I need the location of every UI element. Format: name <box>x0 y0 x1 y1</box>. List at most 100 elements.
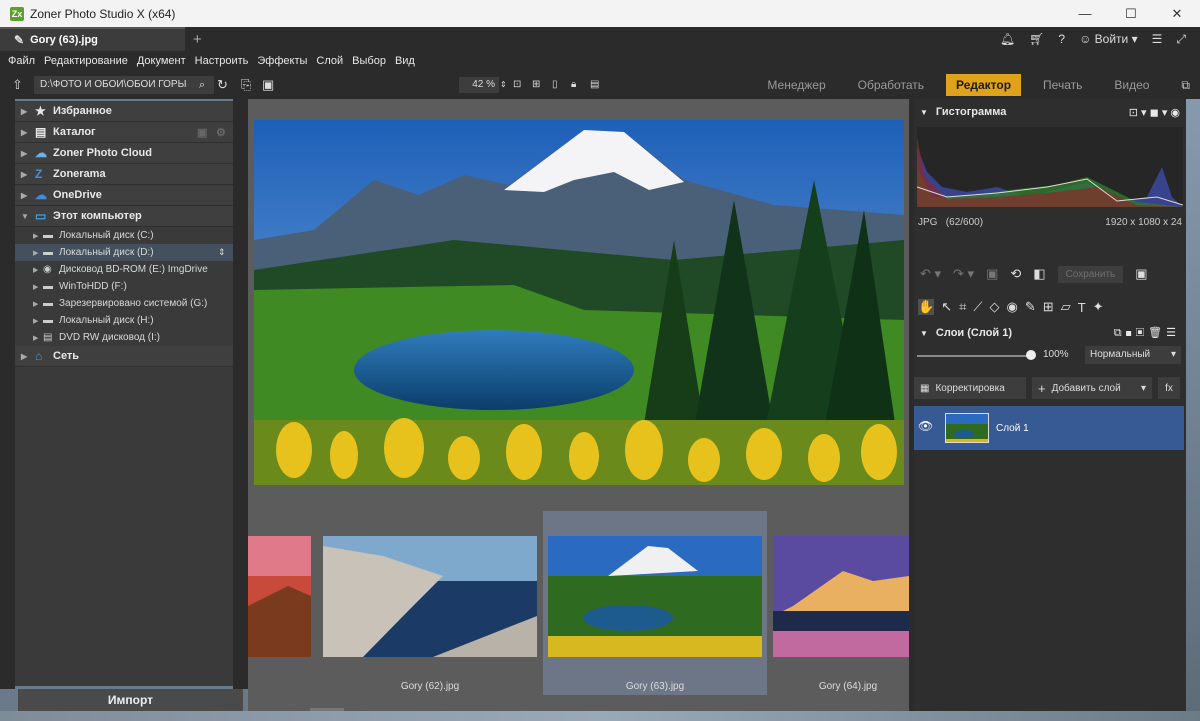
fit-screen-icon[interactable]: ⊞ <box>532 77 540 93</box>
crop-tool-icon[interactable]: ⌗ <box>959 299 966 315</box>
expand-icon[interactable]: ▶ <box>21 352 35 361</box>
layer-row[interactable]: 👁︎ Слой 1 <box>914 406 1184 450</box>
expand-icon[interactable]: ▶ <box>33 317 43 325</box>
external-window-icon[interactable]: ⧉ <box>1171 74 1200 96</box>
login-button[interactable]: ☺ Войти ▾ <box>1079 32 1138 46</box>
drive-h[interactable]: ▶ ▬ Локальный диск (H:) <box>15 312 233 329</box>
expand-icon[interactable]: ▶ <box>21 149 35 158</box>
expand-icon[interactable]: ▶ <box>33 283 43 291</box>
drive-f[interactable]: ▶ ▬ WinToHDD (F:) <box>15 278 233 295</box>
drive-c[interactable]: ▶ ▬ Локальный диск (C:) <box>15 227 233 244</box>
import-folder-icon[interactable]: ▣ <box>262 77 274 93</box>
tab-develop[interactable]: Обработать <box>848 74 934 96</box>
histogram-header[interactable]: ▼ Гистограмма ⊡ ▾ ◼ ▾ ◉ <box>914 101 1186 123</box>
expand-icon[interactable]: ▶ <box>33 249 43 257</box>
expand-icon[interactable]: ▶ <box>21 128 35 137</box>
text-tool-icon[interactable]: T <box>1078 300 1086 315</box>
fx-button[interactable]: fx <box>1158 377 1180 399</box>
layers-header[interactable]: ▼ Слои (Слой 1) ⧉◼▣🗑︎☰ <box>914 322 1186 344</box>
collapse-icon[interactable]: ▼ <box>920 108 928 117</box>
drive-i[interactable]: ▶ ▤ DVD RW дисковод (I:) <box>15 329 233 346</box>
menu-file[interactable]: Файл <box>8 55 35 67</box>
minimize-button[interactable]: — <box>1062 0 1108 27</box>
red-eye-tool-icon[interactable]: ◉ <box>1007 299 1018 315</box>
add-layer-button[interactable]: + Добавить слой ▾ <box>1032 377 1152 399</box>
straighten-tool-icon[interactable]: ⟋ <box>973 299 982 315</box>
tab-video[interactable]: Видео <box>1104 74 1159 96</box>
chevron-down-icon[interactable]: ▾ <box>1141 383 1146 394</box>
help-icon[interactable]: ? <box>1058 32 1065 46</box>
menu-select[interactable]: Выбор <box>352 55 386 67</box>
nav-this-pc[interactable]: ▼ ▭ Этот компьютер <box>15 206 233 227</box>
actual-size-icon[interactable]: ⊡ <box>513 77 521 93</box>
redo-icon[interactable]: ↷ ▾ <box>953 266 974 282</box>
brush-tool-icon[interactable]: ✎ <box>1025 299 1036 315</box>
menu-view[interactable]: Вид <box>395 55 415 67</box>
nav-network[interactable]: ▶ ⌂ Сеть <box>15 346 233 367</box>
compare-icon[interactable]: ▤ <box>590 77 599 93</box>
settings-icon[interactable]: ⚙ <box>216 126 226 139</box>
opacity-slider-handle[interactable] <box>1026 350 1036 360</box>
zoom-field[interactable]: 42 % <box>459 77 499 93</box>
nav-onedrive[interactable]: ▶ ☁ OneDrive <box>15 185 233 206</box>
shape-tool-icon[interactable]: ▱ <box>1061 299 1071 315</box>
menu-effects[interactable]: Эффекты <box>257 55 307 67</box>
search-icon[interactable]: ⌕ <box>199 77 205 93</box>
effects-tool-icon[interactable]: ✦ <box>1093 299 1104 315</box>
path-field[interactable]: D:\ФОТО И ОБОИ\ОБОИ ГОРЫ <box>34 76 214 94</box>
blend-mode-select[interactable]: Нормальный ▾ <box>1085 346 1181 364</box>
compare-view-icon[interactable]: ◧ <box>1033 266 1045 282</box>
nav-zoner-cloud[interactable]: ▶ ☁ Zoner Photo Cloud <box>15 143 233 164</box>
tab-manager[interactable]: Менеджер <box>757 74 835 96</box>
reorder-icon[interactable]: ⇕ <box>218 247 226 258</box>
new-tab-button[interactable]: + <box>193 31 202 48</box>
visibility-eye-icon[interactable]: 👁︎ <box>918 419 933 433</box>
hand-tool-icon[interactable]: ✋ <box>918 299 935 315</box>
expand-icon[interactable]: ▶ <box>33 232 43 240</box>
menu-layer[interactable]: Слой <box>316 55 343 67</box>
history-icon[interactable]: ▣ <box>986 266 998 282</box>
tab-print[interactable]: Печать <box>1033 74 1092 96</box>
expand-icon[interactable]: ▶ <box>33 300 43 308</box>
folder-up-icon[interactable]: ⇧ <box>12 77 23 93</box>
tab-document[interactable]: ✎ Gory (63).jpg <box>0 27 185 51</box>
select-tool-icon[interactable]: ↖ <box>941 299 952 315</box>
thumbnail-63[interactable] <box>548 536 762 657</box>
import-button[interactable]: Импорт <box>18 689 243 711</box>
close-button[interactable]: ✕ <box>1154 0 1200 27</box>
expand-icon[interactable]: ▶ <box>21 107 35 116</box>
refresh-icon[interactable]: ↻ <box>217 77 228 93</box>
export-icon[interactable]: ⎘ <box>241 77 251 93</box>
splitter[interactable] <box>233 99 248 689</box>
adjustment-button[interactable]: ▦ Корректировка <box>914 377 1026 399</box>
menu-icon[interactable]: ☰ <box>1152 32 1163 46</box>
nav-zonerama[interactable]: ▶ Z Zonerama <box>15 164 233 185</box>
expand-icon[interactable]: ▶ <box>21 170 35 179</box>
rotate-icon[interactable]: ⟲ <box>1010 266 1021 282</box>
menu-edit[interactable]: Редактирование <box>44 55 128 67</box>
collapse-icon[interactable]: ▼ <box>21 212 35 221</box>
expand-icon[interactable]: ▶ <box>33 266 43 274</box>
transform-tool-icon[interactable]: ◇ <box>990 299 1000 315</box>
maximize-button[interactable]: ☐ <box>1108 0 1154 27</box>
bell-icon[interactable]: 🔔︎ <box>1000 32 1015 46</box>
expand-icon[interactable]: ▶ <box>21 191 35 200</box>
main-image[interactable] <box>254 120 904 485</box>
zoom-stepper-icon[interactable]: ⇕ <box>500 77 507 93</box>
add-folder-icon[interactable]: ▣ <box>197 126 207 139</box>
tab-editor[interactable]: Редактор <box>945 74 1022 96</box>
drive-g[interactable]: ▶ ▬ Зарезервировано системой (G:) <box>15 295 233 312</box>
opacity-slider[interactable] <box>917 355 1033 357</box>
layer-actions-icon[interactable]: ⧉◼▣🗑︎☰ <box>1114 326 1180 340</box>
thumbnail-64[interactable] <box>773 536 909 657</box>
lock-icon[interactable]: 🔒︎ <box>571 77 576 93</box>
drive-d[interactable]: ▶ ▬ Локальный диск (D:) ⇕ <box>15 244 233 261</box>
thumbnail-61[interactable] <box>248 536 311 657</box>
nav-catalog[interactable]: ▶ ▤ Каталог ▣ ⚙ <box>15 122 233 143</box>
cart-icon[interactable]: 🛒︎ <box>1029 32 1044 46</box>
nav-favorites[interactable]: ▶ ★ Избранное <box>15 101 233 122</box>
grid-tool-icon[interactable]: ⊞ <box>1043 299 1054 315</box>
fit-height-icon[interactable]: ▯ <box>552 77 558 93</box>
save-icon[interactable]: ▣ <box>1135 266 1147 282</box>
menu-adjust[interactable]: Настроить <box>195 55 249 67</box>
